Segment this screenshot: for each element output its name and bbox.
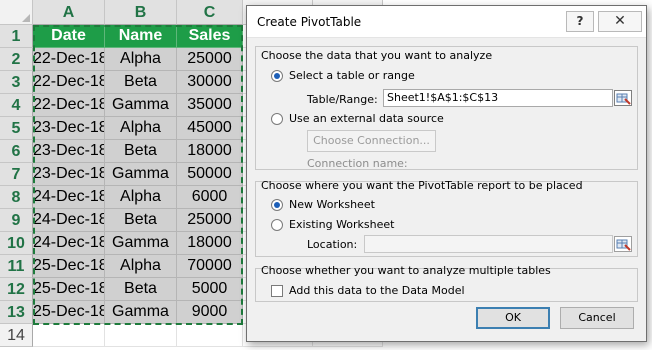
data-cell[interactable]: Beta xyxy=(105,209,177,232)
data-cell[interactable]: Beta xyxy=(105,140,177,163)
data-cell[interactable]: 24-Dec-18 xyxy=(33,232,105,255)
row-header[interactable]: 11 xyxy=(0,255,33,278)
cancel-button[interactable]: Cancel xyxy=(560,307,634,329)
select-table-radio[interactable] xyxy=(271,69,283,82)
select-table-option[interactable]: Select a table or range xyxy=(271,69,415,82)
column-header-c[interactable]: C xyxy=(177,0,243,25)
row-header[interactable]: 7 xyxy=(0,163,33,186)
data-cell[interactable]: 24-Dec-18 xyxy=(33,186,105,209)
row-header[interactable]: 5 xyxy=(0,117,33,140)
data-cell[interactable]: 6000 xyxy=(177,186,243,209)
location-input[interactable] xyxy=(364,235,613,253)
empty-cell[interactable] xyxy=(177,324,243,347)
data-cell[interactable]: Alpha xyxy=(105,117,177,140)
row-header[interactable]: 13 xyxy=(0,301,33,324)
data-cell[interactable]: Gamma xyxy=(105,163,177,186)
choose-connection-button[interactable]: Choose Connection... xyxy=(307,130,436,152)
select-table-label: Select a table or range xyxy=(289,69,415,82)
data-model-option[interactable]: Add this data to the Data Model xyxy=(271,284,465,297)
row-header[interactable]: 1 xyxy=(0,25,33,48)
table-range-input[interactable]: Sheet1!$A$1:$C$13 xyxy=(383,89,613,107)
select-all-corner[interactable] xyxy=(0,0,33,25)
header-cell[interactable]: Date xyxy=(33,25,105,48)
range-selector-icon[interactable] xyxy=(614,236,632,252)
existing-worksheet-radio[interactable] xyxy=(271,218,283,231)
empty-cell[interactable] xyxy=(33,324,105,347)
data-cell[interactable]: Alpha xyxy=(105,186,177,209)
close-icon: ✕ xyxy=(614,13,626,29)
data-model-checkbox[interactable] xyxy=(271,284,283,297)
row-header[interactable]: 9 xyxy=(0,209,33,232)
table-range-label: Table/Range: xyxy=(307,93,378,106)
dialog-title: Create PivotTable xyxy=(257,15,362,29)
header-cell[interactable]: Name xyxy=(105,25,177,48)
new-worksheet-option[interactable]: New Worksheet xyxy=(271,198,375,211)
row-header[interactable]: 3 xyxy=(0,71,33,94)
range-selector-icon[interactable] xyxy=(614,90,632,106)
row-header[interactable]: 2 xyxy=(0,48,33,71)
help-button[interactable]: ? xyxy=(566,11,594,32)
data-cell[interactable]: 23-Dec-18 xyxy=(33,117,105,140)
data-cell[interactable]: 70000 xyxy=(177,255,243,278)
column-header-a[interactable]: A xyxy=(33,0,105,25)
row-header[interactable]: 10 xyxy=(0,232,33,255)
connection-name-label: Connection name: xyxy=(307,157,408,170)
data-cell[interactable]: 5000 xyxy=(177,278,243,301)
row-header[interactable]: 14 xyxy=(0,324,33,347)
data-cell[interactable]: 23-Dec-18 xyxy=(33,163,105,186)
existing-worksheet-label: Existing Worksheet xyxy=(289,218,395,231)
data-cell[interactable]: 35000 xyxy=(177,94,243,117)
column-header-b[interactable]: B xyxy=(105,0,177,25)
external-source-label: Use an external data source xyxy=(289,112,444,125)
data-cell[interactable]: 25-Dec-18 xyxy=(33,278,105,301)
data-cell[interactable]: 45000 xyxy=(177,117,243,140)
section-multiple-tables-label: Choose whether you want to analyze multi… xyxy=(261,264,551,277)
existing-worksheet-option[interactable]: Existing Worksheet xyxy=(271,218,394,231)
create-pivottable-dialog: Create PivotTable ? ✕ Choose the data th… xyxy=(246,5,647,342)
empty-cell[interactable] xyxy=(105,324,177,347)
data-cell[interactable]: 24-Dec-18 xyxy=(33,209,105,232)
location-label: Location: xyxy=(307,238,358,251)
data-cell[interactable]: 25000 xyxy=(177,209,243,232)
data-cell[interactable]: 9000 xyxy=(177,301,243,324)
data-model-label: Add this data to the Data Model xyxy=(289,284,465,297)
data-cell[interactable]: 25000 xyxy=(177,48,243,71)
data-cell[interactable]: Alpha xyxy=(105,48,177,71)
header-cell[interactable]: Sales xyxy=(177,25,243,48)
external-source-option[interactable]: Use an external data source xyxy=(271,112,444,125)
section-data-source-label: Choose the data that you want to analyze xyxy=(261,49,493,62)
new-worksheet-radio[interactable] xyxy=(271,198,283,211)
data-cell[interactable]: Beta xyxy=(105,71,177,94)
data-cell[interactable]: 30000 xyxy=(177,71,243,94)
data-cell[interactable]: 18000 xyxy=(177,232,243,255)
ok-button[interactable]: OK xyxy=(476,307,550,329)
new-worksheet-label: New Worksheet xyxy=(289,198,375,211)
data-cell[interactable]: 50000 xyxy=(177,163,243,186)
data-cell[interactable]: 18000 xyxy=(177,140,243,163)
dialog-title-bar[interactable]: Create PivotTable ? ✕ xyxy=(247,6,646,38)
row-header[interactable]: 8 xyxy=(0,186,33,209)
data-cell[interactable]: 22-Dec-18 xyxy=(33,94,105,117)
section-placement-label: Choose where you want the PivotTable rep… xyxy=(261,179,583,192)
row-header[interactable]: 12 xyxy=(0,278,33,301)
row-header[interactable]: 6 xyxy=(0,140,33,163)
data-cell[interactable]: 23-Dec-18 xyxy=(33,140,105,163)
data-cell[interactable]: Gamma xyxy=(105,94,177,117)
data-cell[interactable]: Beta xyxy=(105,278,177,301)
data-cell[interactable]: 25-Dec-18 xyxy=(33,255,105,278)
external-source-radio[interactable] xyxy=(271,112,283,125)
data-cell[interactable]: Gamma xyxy=(105,232,177,255)
close-button[interactable]: ✕ xyxy=(598,11,642,32)
data-cell[interactable]: 22-Dec-18 xyxy=(33,71,105,94)
data-cell[interactable]: 22-Dec-18 xyxy=(33,48,105,71)
row-header[interactable]: 4 xyxy=(0,94,33,117)
data-cell[interactable]: 25-Dec-18 xyxy=(33,301,105,324)
data-cell[interactable]: Alpha xyxy=(105,255,177,278)
data-cell[interactable]: Gamma xyxy=(105,301,177,324)
